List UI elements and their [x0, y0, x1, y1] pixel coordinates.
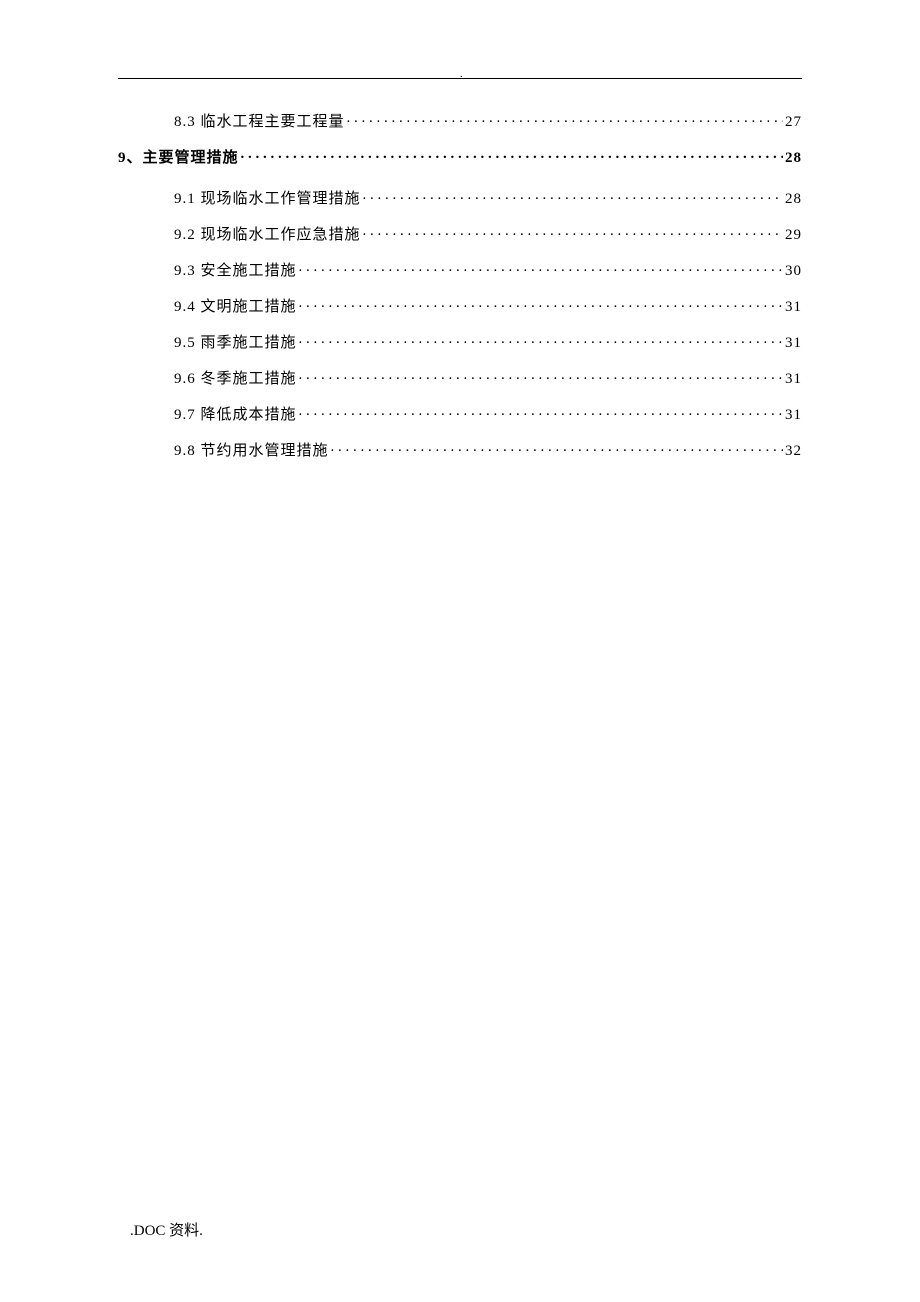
toc-entry: 9.1 现场临水工作管理措施 28 — [174, 188, 802, 207]
toc-entry-label: 9.6 冬季施工措施 — [174, 372, 297, 387]
toc-leader-dots — [299, 332, 783, 347]
toc-entry-label: 9.5 雨季施工措施 — [174, 336, 297, 351]
toc-entry: 9.2 现场临水工作应急措施 29 — [174, 224, 802, 243]
toc-entry-page: 31 — [785, 408, 802, 423]
toc-entry-page: 27 — [785, 115, 802, 130]
footer-text: .DOC 资料. — [130, 1223, 203, 1239]
toc-entry: 9、主要管理措施 28 — [118, 147, 802, 166]
toc-leader-dots — [299, 368, 783, 383]
toc-entry-label: 9、主要管理措施 — [118, 151, 239, 166]
header-dot: . — [460, 69, 463, 80]
toc-entry-page: 31 — [785, 336, 802, 351]
toc-entry-label: 9.4 文明施工措施 — [174, 300, 297, 315]
toc-leader-dots — [331, 440, 783, 455]
header-rule: . — [118, 78, 802, 79]
toc-leader-dots — [299, 260, 783, 275]
table-of-contents: 8.3 临水工程主要工程量 27 9、主要管理措施 28 9.1 现场临水工作管理措施 2… — [118, 111, 802, 459]
toc-leader-dots — [299, 296, 783, 311]
toc-entry-label: 9.3 安全施工措施 — [174, 264, 297, 279]
toc-entry-label: 9.2 现场临水工作应急措施 — [174, 228, 361, 243]
toc-entry-label: 9.8 节约用水管理措施 — [174, 444, 329, 459]
toc-entry-page: 32 — [785, 444, 802, 459]
toc-entry: 9.7 降低成本措施 31 — [174, 404, 802, 423]
toc-leader-dots — [363, 224, 783, 239]
toc-entry-page: 31 — [785, 372, 802, 387]
toc-leader-dots — [347, 111, 783, 126]
toc-entry-page: 29 — [785, 228, 802, 243]
toc-leader-dots — [241, 147, 783, 162]
toc-entry: 9.4 文明施工措施 31 — [174, 296, 802, 315]
toc-entry-page: 28 — [785, 151, 802, 166]
toc-entry: 9.8 节约用水管理措施 32 — [174, 440, 802, 459]
toc-entry: 9.5 雨季施工措施 31 — [174, 332, 802, 351]
toc-entry: 8.3 临水工程主要工程量 27 — [174, 111, 802, 130]
document-page: . 8.3 临水工程主要工程量279、主要管理措施289.1 现场临水工作管理措… — [0, 0, 920, 459]
toc-entry-label: 9.7 降低成本措施 — [174, 408, 297, 423]
toc-entry-label: 8.3 临水工程主要工程量 — [174, 115, 345, 130]
page-footer: .DOC 资料. — [130, 1219, 203, 1240]
toc-entry: 9.3 安全施工措施 30 — [174, 260, 802, 279]
toc-entry-page: 30 — [785, 264, 802, 279]
toc-leader-dots — [299, 404, 783, 419]
toc-entry-page: 31 — [785, 300, 802, 315]
toc-entry-page: 28 — [785, 192, 802, 207]
toc-leader-dots — [363, 188, 783, 203]
toc-entry-label: 9.1 现场临水工作管理措施 — [174, 192, 361, 207]
toc-entry: 9.6 冬季施工措施 31 — [174, 368, 802, 387]
